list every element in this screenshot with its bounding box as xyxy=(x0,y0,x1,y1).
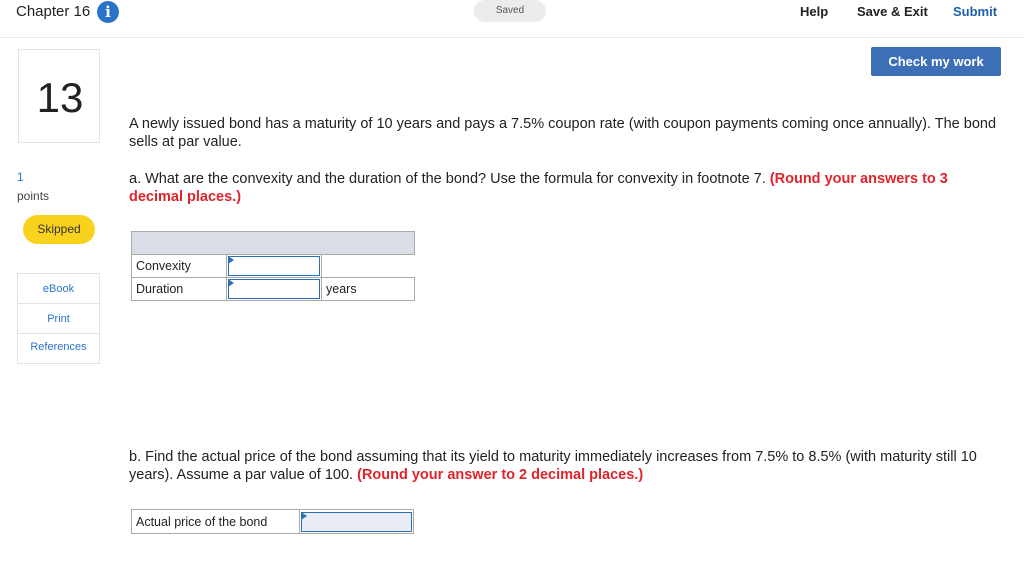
print-link[interactable]: Print xyxy=(18,304,99,334)
table-row: Convexity xyxy=(131,254,415,278)
convexity-input-cell xyxy=(226,254,322,278)
actual-price-label: Actual price of the bond xyxy=(131,509,300,534)
resource-tools: eBook Print References xyxy=(17,273,100,364)
convexity-label: Convexity xyxy=(131,254,227,278)
question-number-box: 13 xyxy=(18,49,100,143)
convexity-input[interactable] xyxy=(228,256,320,276)
check-my-work-button[interactable]: Check my work xyxy=(871,47,1001,76)
info-icon[interactable]: i xyxy=(97,1,119,23)
question-number: 13 xyxy=(36,74,84,121)
save-exit-link[interactable]: Save & Exit xyxy=(857,4,928,19)
table-row: Duration years xyxy=(131,277,415,301)
part-b-answer-table: Actual price of the bond xyxy=(131,509,414,534)
part-a-prompt: a. What are the convexity and the durati… xyxy=(129,170,999,206)
part-a-text: a. What are the convexity and the durati… xyxy=(129,171,766,187)
points-value: 1 xyxy=(17,170,24,184)
part-a-answer-table: Convexity Duration years xyxy=(131,231,415,301)
question-intro: A newly issued bond has a maturity of 10… xyxy=(129,116,997,150)
references-link[interactable]: References xyxy=(18,334,99,363)
duration-input-cell xyxy=(226,277,322,301)
saved-status-badge: Saved xyxy=(474,0,546,22)
skipped-status-badge: Skipped xyxy=(23,215,95,244)
table-header-row xyxy=(131,231,415,255)
duration-label: Duration xyxy=(131,277,227,301)
points-label: points xyxy=(17,189,50,203)
part-b-prompt: b. Find the actual price of the bond ass… xyxy=(129,448,1014,484)
submit-link[interactable]: Submit xyxy=(953,4,997,19)
duration-input[interactable] xyxy=(228,279,320,299)
duration-unit: years xyxy=(321,277,415,301)
help-link[interactable]: Help xyxy=(800,4,828,19)
actual-price-input[interactable] xyxy=(301,511,412,532)
chapter-title: Chapter 16 xyxy=(16,3,91,20)
table-header-cell xyxy=(131,231,415,255)
table-row: Actual price of the bond xyxy=(131,509,414,534)
convexity-unit xyxy=(322,255,415,278)
actual-price-input-cell xyxy=(299,509,414,534)
part-b-instruction: (Round your answer to 2 decimal places.) xyxy=(357,467,644,483)
top-bar: Chapter 16 i Saved Help Save & Exit Subm… xyxy=(0,0,1024,38)
ebook-link[interactable]: eBook xyxy=(18,274,99,304)
